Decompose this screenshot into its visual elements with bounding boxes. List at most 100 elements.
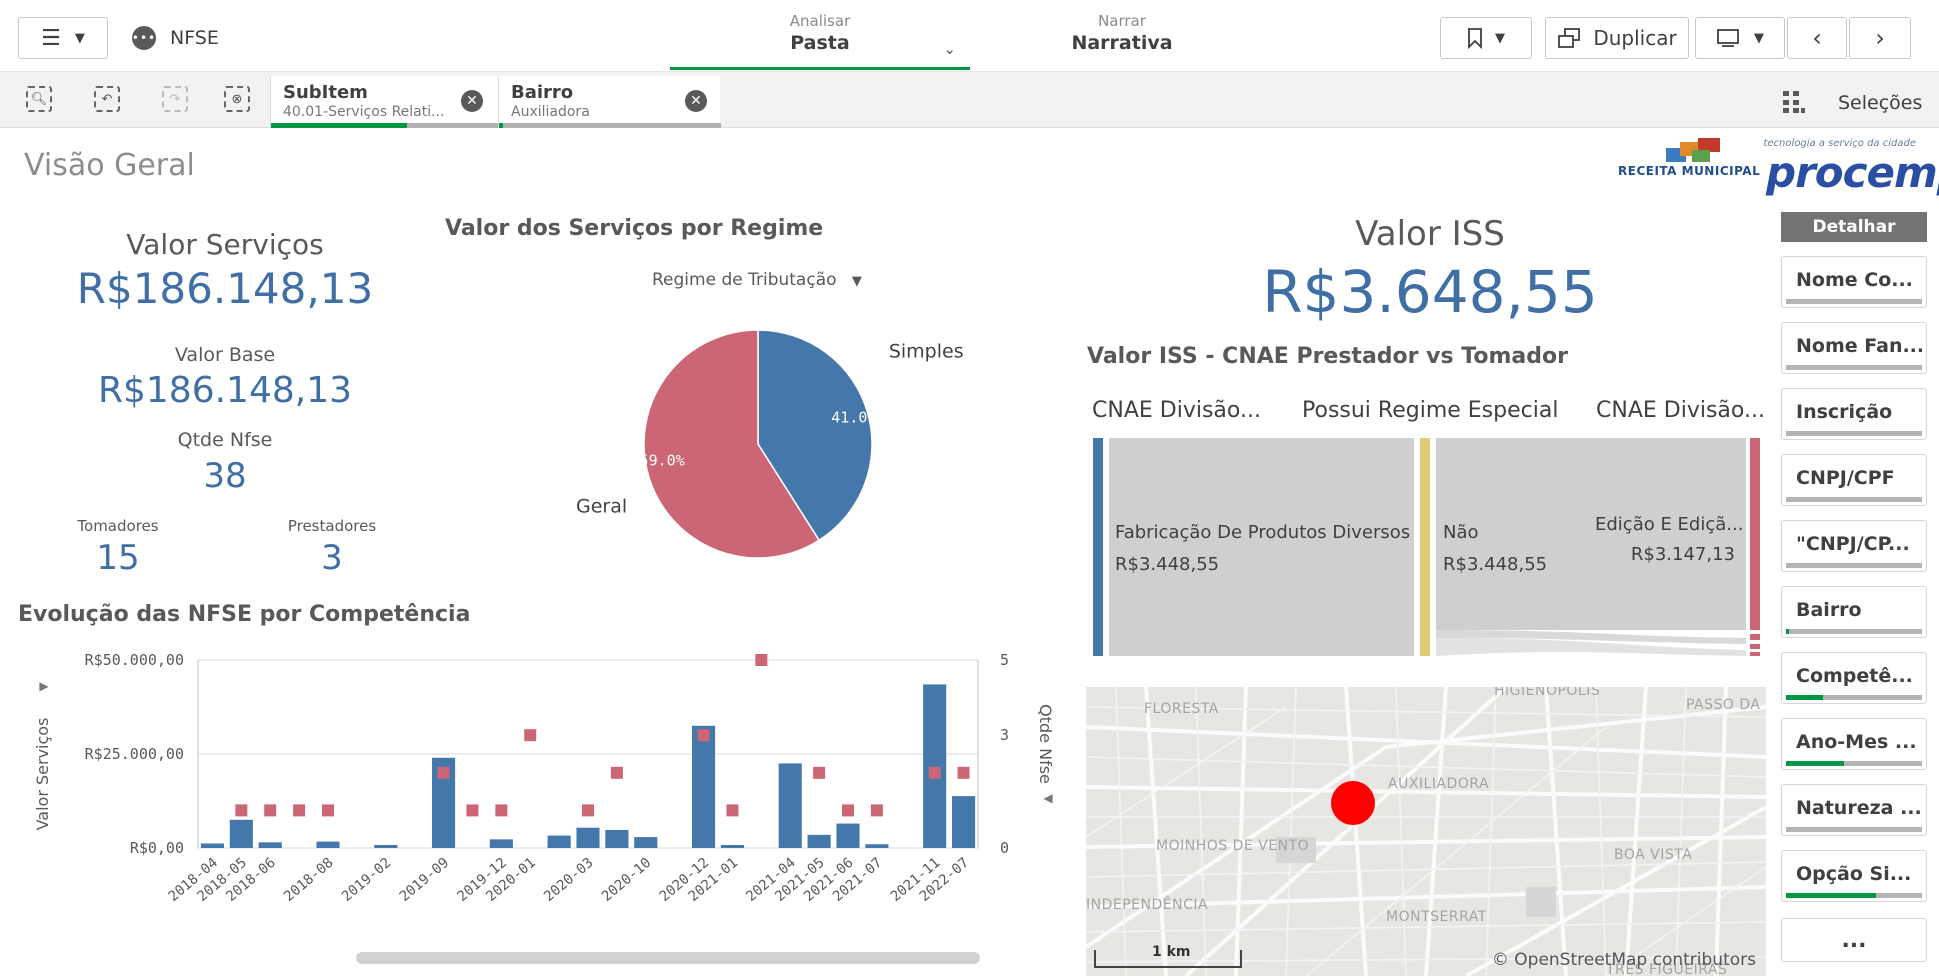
bar-chart[interactable]: R$0,00 R$25.000,00 R$50.000,00 0 3 5 Valor Ser… [0, 630, 1070, 960]
count-marker[interactable] [495, 804, 508, 817]
count-marker[interactable] [293, 804, 306, 817]
chip-bar-fill [499, 123, 503, 128]
detail-button[interactable]: Natureza ... [1781, 784, 1927, 836]
map-place-label: INDEPENDÊNCIA [1086, 897, 1209, 913]
bookmark-icon [1468, 28, 1482, 49]
bar[interactable] [229, 819, 253, 848]
detail-button-label: Inscrição [1796, 401, 1893, 423]
next-sheet-button[interactable]: › [1849, 17, 1911, 59]
count-marker[interactable] [870, 804, 883, 817]
detail-button[interactable]: Nome Co... [1781, 256, 1927, 308]
step-back-icon[interactable]: ↶ [94, 86, 120, 112]
sankey-node-mid[interactable] [1420, 438, 1430, 656]
bar-chart-title: Evolução das NFSE por Competência [18, 602, 471, 627]
bookmark-button[interactable]: ▼ [1440, 17, 1532, 59]
bar[interactable] [200, 843, 224, 848]
chevron-down-icon[interactable]: ⌄ [943, 40, 956, 58]
selection-chip-subitem[interactable]: SubItem 40.01-Serviços Relati... ✕ [270, 76, 499, 128]
bar[interactable] [316, 841, 340, 848]
bar[interactable] [836, 823, 860, 848]
bar[interactable] [634, 837, 658, 848]
count-marker[interactable] [755, 654, 768, 666]
caret-down-icon: ▼ [851, 274, 862, 289]
count-marker[interactable] [957, 766, 970, 779]
count-marker[interactable] [697, 729, 710, 742]
count-marker[interactable] [610, 766, 623, 779]
detail-button[interactable]: Inscrição [1781, 388, 1927, 440]
bar[interactable] [258, 842, 282, 848]
pie-legend-dropdown[interactable]: Regime de Tributação ▼ [652, 270, 862, 290]
duplicate-button[interactable]: Duplicar [1545, 17, 1689, 59]
kpi-valor-iss-label: Valor ISS [1355, 214, 1505, 254]
y-axis-expand-icon[interactable]: ▶ [39, 679, 49, 693]
bar[interactable] [576, 827, 600, 848]
count-marker[interactable] [842, 804, 854, 817]
count-marker[interactable] [928, 766, 941, 779]
map-attribution[interactable]: © OpenStreetMap contributors [1492, 950, 1756, 970]
bar[interactable] [952, 796, 976, 848]
bar[interactable] [489, 839, 513, 848]
sankey-node-right[interactable] [1750, 438, 1760, 630]
count-marker[interactable] [235, 804, 248, 817]
count-marker[interactable] [524, 729, 537, 742]
bar[interactable] [605, 829, 629, 848]
bar[interactable] [720, 844, 744, 848]
bar[interactable] [692, 725, 716, 848]
count-marker[interactable] [264, 804, 277, 817]
previous-sheet-button[interactable]: ‹ [1787, 17, 1847, 59]
tab-narrar-value: Narrativa [1071, 32, 1173, 54]
y2-axis-expand-icon[interactable]: ◀ [1043, 791, 1053, 805]
map-view[interactable]: FLORESTA HIGIENÓPOLIS PASSO DA AUXILIADO… [1086, 687, 1766, 976]
detail-button[interactable]: Opção Si... [1781, 850, 1927, 902]
sankey-node-right-small[interactable] [1750, 634, 1760, 640]
detail-button-track [1786, 629, 1922, 634]
sankey-node-right-small[interactable] [1750, 644, 1760, 649]
bar[interactable] [923, 684, 947, 848]
sankey-node-right-small[interactable] [1750, 652, 1760, 656]
clear-all-icon[interactable]: ⊗ [224, 86, 250, 112]
count-marker[interactable] [437, 766, 450, 779]
bar[interactable] [374, 844, 398, 848]
detail-button[interactable]: Ano-Mes ... [1781, 718, 1927, 770]
sankey-link-left[interactable] [1109, 438, 1414, 656]
count-marker[interactable] [726, 804, 739, 817]
close-icon[interactable]: ✕ [461, 90, 483, 112]
tab-narrar[interactable]: Narrar Narrativa [972, 12, 1272, 70]
bar[interactable] [547, 835, 571, 848]
count-marker[interactable] [582, 804, 594, 817]
detail-button-fill [1786, 893, 1876, 898]
selection-chip-bairro[interactable]: Bairro Auxiliadora ✕ [498, 76, 721, 128]
close-icon[interactable]: ✕ [685, 90, 707, 112]
detail-button[interactable]: Nome Fan... [1781, 322, 1927, 374]
step-forward-icon[interactable]: ↷ [162, 86, 188, 112]
detail-button-label: Ano-Mes ... [1796, 731, 1917, 753]
detail-button-label: "CNPJ/CP... [1796, 533, 1910, 555]
more-button[interactable]: ... [1781, 918, 1927, 962]
count-marker[interactable] [322, 804, 334, 817]
pie-chart[interactable]: 41.0% Simples 59.0% Geral [560, 312, 980, 572]
horizontal-scrollbar[interactable] [356, 952, 980, 964]
screen-mode-button[interactable]: ▼ [1695, 17, 1785, 59]
selections-icon[interactable] [1782, 90, 1806, 114]
map-point[interactable] [1331, 781, 1375, 825]
selections-label[interactable]: Seleções [1838, 92, 1922, 114]
tab-analisar[interactable]: Analisar Pasta ⌄ [670, 12, 970, 70]
kpi-prestadores-label: Prestadores [287, 517, 377, 535]
count-marker[interactable] [813, 766, 826, 779]
detail-button[interactable]: "CNPJ/CP... [1781, 520, 1927, 572]
count-marker[interactable] [466, 804, 479, 817]
bar[interactable] [865, 844, 889, 848]
chevron-right-icon: › [1875, 24, 1885, 52]
duplicate-icon [1558, 28, 1581, 48]
global-menu-button[interactable]: ☰ ▼ [18, 17, 108, 59]
y2-tick-label: 3 [1000, 726, 1009, 744]
smart-search-icon[interactable]: 🔍︎ [26, 86, 52, 112]
detail-button[interactable]: Bairro [1781, 586, 1927, 638]
detail-button[interactable]: Competê... [1781, 652, 1927, 704]
bar[interactable] [778, 763, 802, 848]
top-toolbar: ☰ ▼ ••• NFSE Analisar Pasta ⌄ Narrar Nar… [0, 0, 1939, 72]
bar[interactable] [807, 834, 831, 848]
sankey-node-left[interactable] [1093, 438, 1103, 656]
detail-button[interactable]: CNPJ/CPF [1781, 454, 1927, 506]
app-name[interactable]: NFSE [170, 27, 219, 49]
